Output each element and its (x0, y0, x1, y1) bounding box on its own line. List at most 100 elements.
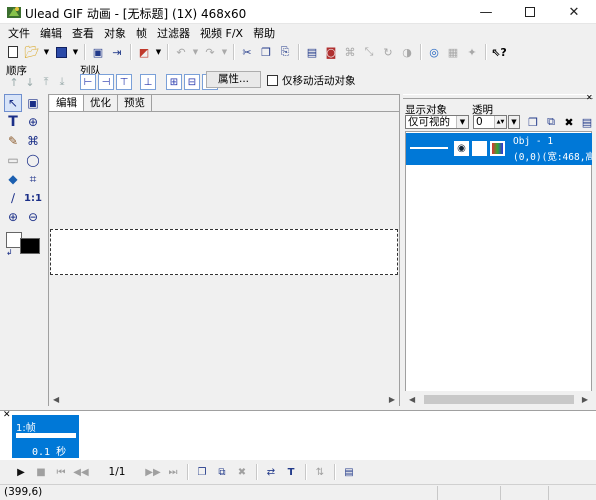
text-banner-button[interactable]: T (282, 463, 300, 481)
scroll-left-icon[interactable]: ◀ (53, 395, 59, 404)
new-file-button[interactable] (4, 43, 22, 61)
display-objects-select[interactable]: 仅可视的 ▼ (405, 115, 469, 129)
duplicate-frame-button[interactable]: ⧉ (213, 463, 231, 481)
ellipse-select-tool[interactable]: ◯ (24, 151, 42, 169)
scroll-right-icon[interactable]: ▶ (582, 395, 588, 404)
eyedropper-tool[interactable]: ∕ (4, 189, 22, 207)
editor-horizontal-scrollbar[interactable]: ◀ ▶ (49, 391, 399, 407)
align-right-button[interactable]: ⊣ (98, 74, 114, 90)
context-help-button[interactable]: ⇖? (490, 43, 508, 61)
undo-button[interactable]: ↶ (172, 43, 190, 61)
center-horizontal-button[interactable]: ⊞ (166, 74, 182, 90)
foreground-color-swatch[interactable] (20, 238, 40, 254)
export-button[interactable]: ⇥ (108, 43, 126, 61)
objects-horizontal-scrollbar[interactable]: ◀ ▶ (405, 391, 592, 407)
play-button[interactable]: ▶ (12, 463, 30, 481)
transform-tool[interactable]: ⊕ (24, 113, 42, 131)
close-button[interactable]: ✕ (552, 0, 596, 24)
stop-button[interactable]: ■ (32, 463, 50, 481)
cut-button[interactable]: ✂ (238, 43, 256, 61)
object-manager-button[interactable]: ◙ (322, 43, 340, 61)
rotate-button[interactable]: ↻ (379, 43, 397, 61)
redo-button[interactable]: ↷ (201, 43, 219, 61)
lasso-tool[interactable]: ⌘ (24, 132, 42, 150)
new-object-button[interactable]: ❐ (525, 114, 541, 130)
align-bottom-button[interactable]: ⊥ (140, 74, 156, 90)
zoom-in-tool[interactable]: ⊕ (4, 208, 22, 226)
save-dropdown-arrow[interactable]: ▼ (71, 43, 80, 61)
tab-optimize[interactable]: 优化 (84, 95, 118, 111)
crop-button[interactable]: ⌘ (341, 43, 359, 61)
delete-frame-button[interactable]: ✖ (233, 463, 251, 481)
open-dropdown-arrow[interactable]: ▼ (42, 43, 51, 61)
bring-forward-button[interactable]: ↑ (6, 74, 22, 90)
menu-video-fx[interactable]: 视频 F/X (195, 25, 248, 41)
pick-tool[interactable]: ↖ (4, 94, 22, 112)
menu-object[interactable]: 对象 (99, 25, 131, 41)
first-frame-button[interactable]: ⏮︎ (52, 463, 70, 481)
center-vertical-button[interactable]: ⊟ (184, 74, 200, 90)
copy-button[interactable]: ❐ (257, 43, 275, 61)
send-to-back-button[interactable]: ⤓ (54, 74, 70, 90)
brush-tool[interactable]: ✎ (4, 132, 22, 150)
send-backward-button[interactable]: ↓ (22, 74, 38, 90)
align-left-button[interactable]: ⊢ (80, 74, 96, 90)
duplicate-object-button[interactable]: ⧉ (543, 114, 559, 130)
frame-panel-close-icon[interactable]: ✕ (3, 410, 11, 420)
add-image-button[interactable]: ▣ (89, 43, 107, 61)
opacity-slider-button[interactable]: ▼ (508, 115, 520, 129)
resize-button[interactable]: ⤡ (360, 43, 378, 61)
redo-dropdown-arrow[interactable]: ▼ (220, 43, 229, 61)
menu-view[interactable]: 查看 (67, 25, 99, 41)
tab-edit[interactable]: 编辑 (50, 95, 84, 111)
paint-bucket-tool[interactable]: ◆ (4, 170, 22, 188)
add-frame-button[interactable]: ❐ (193, 463, 211, 481)
minimize-button[interactable]: — (464, 0, 508, 24)
panel-grip[interactable] (403, 94, 593, 99)
actual-size-tool[interactable]: 1:1 (24, 189, 42, 207)
undo-dropdown-arrow[interactable]: ▼ (191, 43, 200, 61)
menu-frame[interactable]: 帧 (131, 25, 152, 41)
lock-toggle[interactable] (472, 141, 487, 156)
save-button[interactable] (52, 43, 70, 61)
scroll-right-icon[interactable]: ▶ (389, 395, 395, 404)
frame-properties-button[interactable]: ▤ (340, 463, 358, 481)
delete-object-button[interactable]: ✖ (561, 114, 577, 130)
bring-to-front-button[interactable]: ⤒ (38, 74, 54, 90)
menu-filter[interactable]: 过滤器 (152, 25, 195, 41)
object-properties-button[interactable]: ▤ (579, 114, 595, 130)
tween-button[interactable]: ⇄ (262, 463, 280, 481)
effect-dropdown-arrow[interactable]: ▼ (154, 43, 163, 61)
wizard-button[interactable]: ✦ (463, 43, 481, 61)
optimize-button[interactable]: ▦ (444, 43, 462, 61)
paste-button[interactable]: ⎘ (276, 43, 294, 61)
browser-preview-button[interactable]: ◎ (425, 43, 443, 61)
menu-file[interactable]: 文件 (3, 25, 35, 41)
text-tool[interactable]: T (4, 113, 22, 131)
reverse-frames-button[interactable]: ⇅ (311, 463, 329, 481)
move-active-only-checkbox[interactable] (267, 75, 278, 86)
previous-frame-button[interactable]: ◀◀ (72, 463, 90, 481)
align-top-button[interactable]: ⊤ (116, 74, 132, 90)
panel-close-icon[interactable]: ✕ (586, 93, 593, 102)
image-effect-button[interactable]: ◩ (135, 43, 153, 61)
tab-preview[interactable]: 预览 (118, 95, 152, 111)
flip-button[interactable]: ◑ (398, 43, 416, 61)
maximize-button[interactable] (508, 0, 552, 24)
visibility-eye-icon[interactable]: ◉ (454, 141, 469, 156)
canvas-image[interactable] (50, 229, 398, 275)
scroll-thumb[interactable] (423, 394, 574, 404)
menu-edit[interactable]: 编辑 (35, 25, 67, 41)
open-file-button[interactable]: 📂︎ (23, 43, 41, 61)
spin-arrows-icon[interactable]: ▲▼ (494, 116, 506, 128)
last-frame-button[interactable]: ⏭︎ (164, 463, 182, 481)
frame-properties-button[interactable]: ▤ (303, 43, 321, 61)
opacity-input[interactable]: 0 ▲▼ (473, 115, 507, 129)
object-row[interactable]: ◉ Obj - 1 (0,0)(宽:468,高:6 (406, 133, 592, 165)
swap-colors-icon[interactable]: ↲ (6, 248, 13, 257)
zoom-out-tool[interactable]: ⊖ (24, 208, 42, 226)
frame-thumbnail[interactable]: 1:帧 0.1 秒 (12, 415, 79, 458)
scroll-left-icon[interactable]: ◀ (409, 395, 415, 404)
attributes-button[interactable]: 属性... (206, 71, 261, 88)
selection-tool[interactable]: ▣ (24, 94, 42, 112)
